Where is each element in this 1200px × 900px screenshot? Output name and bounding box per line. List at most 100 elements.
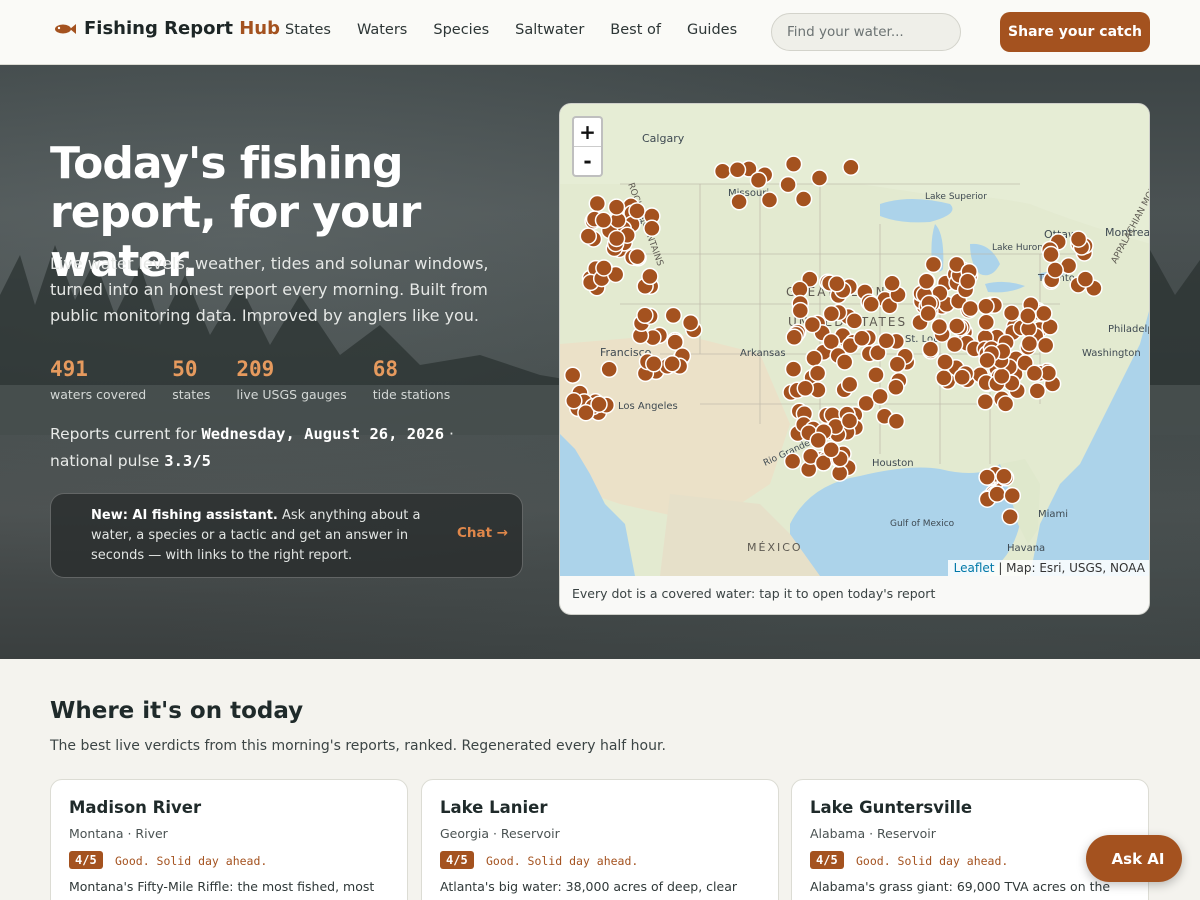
water-marker[interactable] (594, 211, 613, 230)
water-marker[interactable] (888, 355, 907, 374)
water-marker[interactable] (803, 315, 822, 334)
water-marker[interactable] (1019, 307, 1037, 325)
water-marker[interactable] (794, 190, 813, 208)
water-marker[interactable] (840, 375, 859, 394)
water-marker[interactable] (810, 169, 829, 187)
water-marker[interactable] (1003, 486, 1022, 505)
water-marker[interactable] (1042, 245, 1060, 264)
water-marker[interactable] (958, 272, 977, 290)
water-marker[interactable] (976, 393, 995, 411)
water-marker[interactable] (871, 387, 889, 406)
water-marker[interactable] (664, 306, 683, 325)
water-marker[interactable] (607, 198, 626, 216)
report-card[interactable]: Madison River Montana · River 4/5 Good. … (50, 779, 408, 900)
water-marker[interactable] (1025, 364, 1044, 383)
water-marker[interactable] (663, 355, 681, 373)
nav-link-best-of[interactable]: Best of (610, 22, 661, 38)
water-marker[interactable] (936, 353, 954, 371)
nav-link-waters[interactable]: Waters (357, 22, 407, 38)
water-marker[interactable] (791, 301, 810, 320)
water-marker[interactable] (1036, 336, 1055, 355)
water-marker[interactable] (784, 360, 803, 378)
water-marker[interactable] (919, 304, 937, 323)
map-canvas[interactable]: CalgaryMissouri Lake SuperiorOttawa Montre… (560, 104, 1150, 576)
nav-link-saltwater[interactable]: Saltwater (515, 22, 584, 38)
water-marker[interactable] (565, 392, 583, 410)
water-marker[interactable] (641, 267, 659, 286)
share-catch-button[interactable]: Share your catch (1000, 12, 1150, 52)
water-marker[interactable] (595, 259, 613, 277)
water-marker[interactable] (1069, 230, 1088, 248)
brand-logo[interactable]: Fishing Report Hub (52, 18, 280, 39)
water-marker[interactable] (921, 340, 940, 358)
nav-link-states[interactable]: States (285, 22, 331, 38)
water-marker[interactable] (953, 368, 971, 386)
report-card[interactable]: Lake Lanier Georgia · Reservoir 4/5 Good… (421, 779, 779, 900)
water-marker[interactable] (840, 412, 859, 430)
water-marker[interactable] (809, 431, 827, 450)
water-marker[interactable] (645, 355, 663, 373)
water-marker[interactable] (961, 299, 980, 318)
water-marker[interactable] (728, 161, 747, 179)
water-marker[interactable] (607, 229, 626, 248)
water-marker[interactable] (867, 366, 885, 384)
water-marker[interactable] (988, 485, 1006, 503)
water-marker[interactable] (995, 467, 1013, 486)
water-marker[interactable] (730, 193, 748, 211)
water-marker[interactable] (842, 158, 860, 177)
chat-link[interactable]: Chat → (457, 525, 508, 541)
water-marker[interactable] (749, 171, 768, 189)
ask-ai-button[interactable]: Ask AI (1086, 835, 1182, 882)
water-marker[interactable] (796, 379, 815, 398)
water-marker[interactable] (1020, 334, 1039, 353)
water-marker[interactable] (563, 366, 582, 384)
water-marker[interactable] (713, 162, 732, 180)
water-marker[interactable] (853, 329, 871, 348)
water-marker[interactable] (643, 219, 661, 237)
water-marker[interactable] (828, 275, 846, 293)
water-marker[interactable] (935, 369, 953, 387)
water-marker[interactable] (996, 395, 1015, 413)
leaflet-link[interactable]: Leaflet (954, 561, 995, 575)
water-marker[interactable] (628, 202, 646, 220)
search-input[interactable] (771, 13, 961, 51)
water-marker[interactable] (1002, 304, 1021, 322)
coverage-map[interactable]: Calgary Missouri Lake Superior Ottawa Montre… (560, 104, 1150, 576)
water-marker[interactable] (930, 317, 949, 336)
water-marker[interactable] (1001, 507, 1019, 526)
water-marker[interactable] (977, 313, 996, 332)
water-marker[interactable] (887, 378, 905, 397)
water-marker[interactable] (579, 227, 598, 245)
water-marker[interactable] (945, 335, 964, 354)
water-marker[interactable] (822, 305, 841, 323)
water-marker[interactable] (948, 317, 966, 335)
water-marker[interactable] (783, 452, 802, 470)
water-marker[interactable] (805, 349, 823, 367)
water-marker[interactable] (835, 353, 854, 371)
nav-link-species[interactable]: Species (433, 22, 489, 38)
nav-link-guides[interactable]: Guides (687, 22, 737, 38)
water-marker[interactable] (993, 367, 1011, 385)
zoom-in-button[interactable]: + (574, 118, 601, 147)
water-marker[interactable] (883, 274, 901, 293)
water-marker[interactable] (636, 306, 654, 325)
water-marker[interactable] (681, 313, 700, 332)
water-marker[interactable] (628, 247, 647, 266)
water-marker[interactable] (977, 297, 995, 316)
water-marker[interactable] (877, 332, 896, 350)
water-marker[interactable] (978, 468, 996, 486)
water-marker[interactable] (779, 175, 797, 194)
water-marker[interactable] (924, 255, 943, 274)
water-marker[interactable] (887, 412, 906, 430)
water-marker[interactable] (590, 395, 608, 414)
water-marker[interactable] (917, 272, 936, 291)
water-marker[interactable] (760, 191, 779, 209)
water-marker[interactable] (845, 312, 864, 330)
water-marker[interactable] (1046, 261, 1064, 279)
water-marker[interactable] (978, 351, 996, 370)
water-marker[interactable] (1076, 270, 1095, 288)
water-marker[interactable] (808, 364, 827, 382)
water-marker[interactable] (600, 360, 618, 379)
water-marker[interactable] (1028, 382, 1047, 400)
water-marker[interactable] (862, 295, 880, 314)
